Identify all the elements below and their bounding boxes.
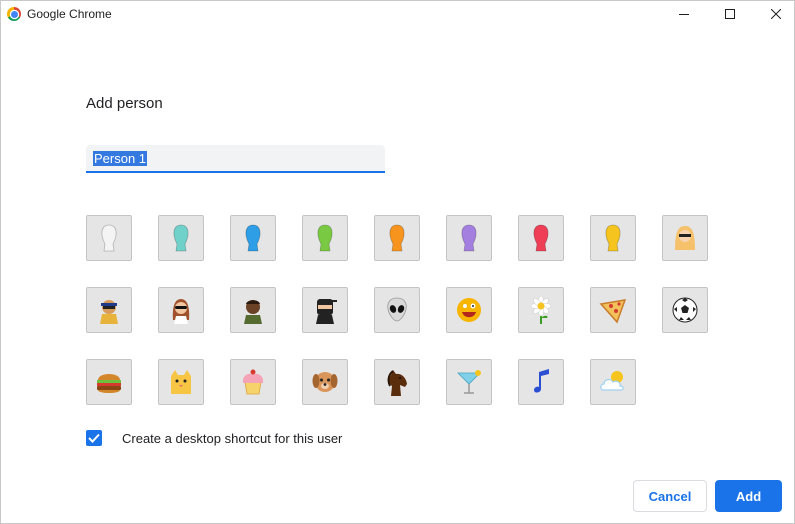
burger-icon: [97, 374, 121, 393]
cancel-button[interactable]: Cancel: [633, 480, 707, 512]
cat-icon: [171, 370, 191, 394]
silhouette-icon: [461, 224, 477, 252]
avatar-cupcake[interactable]: [230, 359, 276, 405]
soccer-ball-icon: [672, 297, 698, 323]
close-icon: [771, 9, 781, 19]
avatar-teal-silhouette[interactable]: [158, 215, 204, 261]
silhouette-icon: [389, 224, 405, 252]
profile-name-input[interactable]: Person 1: [86, 145, 385, 173]
avatar-cocktail[interactable]: [446, 359, 492, 405]
cocktail-icon: [457, 370, 481, 394]
avatar-smiley[interactable]: [446, 287, 492, 333]
avatar-flower[interactable]: [518, 287, 564, 333]
window-title: Google Chrome: [27, 7, 112, 21]
title-bar: Google Chrome: [1, 1, 794, 27]
close-button[interactable]: [753, 1, 795, 27]
chrome-window: Google Chrome Add person Person 1 Create…: [0, 0, 795, 524]
silhouette-icon: [317, 224, 333, 252]
avatar-ninja-cat-man[interactable]: [86, 287, 132, 333]
avatar-purple-silhouette[interactable]: [446, 215, 492, 261]
blonde-woman-icon: [675, 226, 695, 250]
silhouette-icon: [245, 224, 261, 252]
avatar-cat[interactable]: [158, 359, 204, 405]
silhouette-icon: [533, 224, 549, 252]
silhouette-icon: [173, 224, 189, 252]
dialog-heading: Add person: [86, 95, 163, 112]
desktop-shortcut-label[interactable]: Create a desktop shortcut for this user: [122, 431, 342, 446]
woman-sunglasses-icon: [172, 299, 190, 324]
avatar-woman-sunglasses[interactable]: [158, 287, 204, 333]
avatar-sun-cloud[interactable]: [590, 359, 636, 405]
profile-name-value: Person 1: [93, 151, 148, 166]
avatar-dog[interactable]: [302, 359, 348, 405]
avatar-blue-silhouette[interactable]: [230, 215, 276, 261]
dog-icon: [312, 372, 338, 392]
cupcake-icon: [242, 369, 264, 395]
avatar-yellow-silhouette[interactable]: [590, 215, 636, 261]
ninja-icon: [316, 299, 337, 324]
silhouette-icon: [101, 224, 117, 252]
smiley-icon: [457, 298, 481, 322]
avatar-man-dark-skin[interactable]: [230, 287, 276, 333]
pizza-icon: [599, 299, 627, 324]
chrome-logo-icon: [7, 7, 21, 21]
avatar-burger[interactable]: [86, 359, 132, 405]
avatar-soccer-ball[interactable]: [662, 287, 708, 333]
music-note-icon: [534, 369, 549, 393]
avatar-orange-silhouette[interactable]: [374, 215, 420, 261]
avatar-horse[interactable]: [374, 359, 420, 405]
avatar-white-silhouette[interactable]: [86, 215, 132, 261]
avatar-music-note[interactable]: [518, 359, 564, 405]
maximize-button[interactable]: [707, 1, 753, 27]
add-button[interactable]: Add: [715, 480, 782, 512]
avatar-pizza[interactable]: [590, 287, 636, 333]
avatar-alien[interactable]: [374, 287, 420, 333]
desktop-shortcut-checkbox[interactable]: [86, 430, 102, 446]
minimize-icon: [679, 14, 689, 15]
avatar-ninja[interactable]: [302, 287, 348, 333]
man-icon: [244, 300, 262, 324]
avatar-blonde-woman[interactable]: [662, 215, 708, 261]
avatar-red-silhouette[interactable]: [518, 215, 564, 261]
avatar-green-silhouette[interactable]: [302, 215, 348, 261]
silhouette-icon: [605, 224, 621, 252]
flower-icon: [530, 295, 552, 324]
sun-cloud-icon: [600, 371, 624, 391]
checkmark-icon: [88, 433, 100, 443]
maximize-icon: [725, 9, 735, 19]
minimize-button[interactable]: [661, 1, 707, 27]
horse-icon: [387, 370, 407, 396]
alien-icon: [387, 297, 407, 322]
masked-man-icon: [100, 300, 118, 324]
